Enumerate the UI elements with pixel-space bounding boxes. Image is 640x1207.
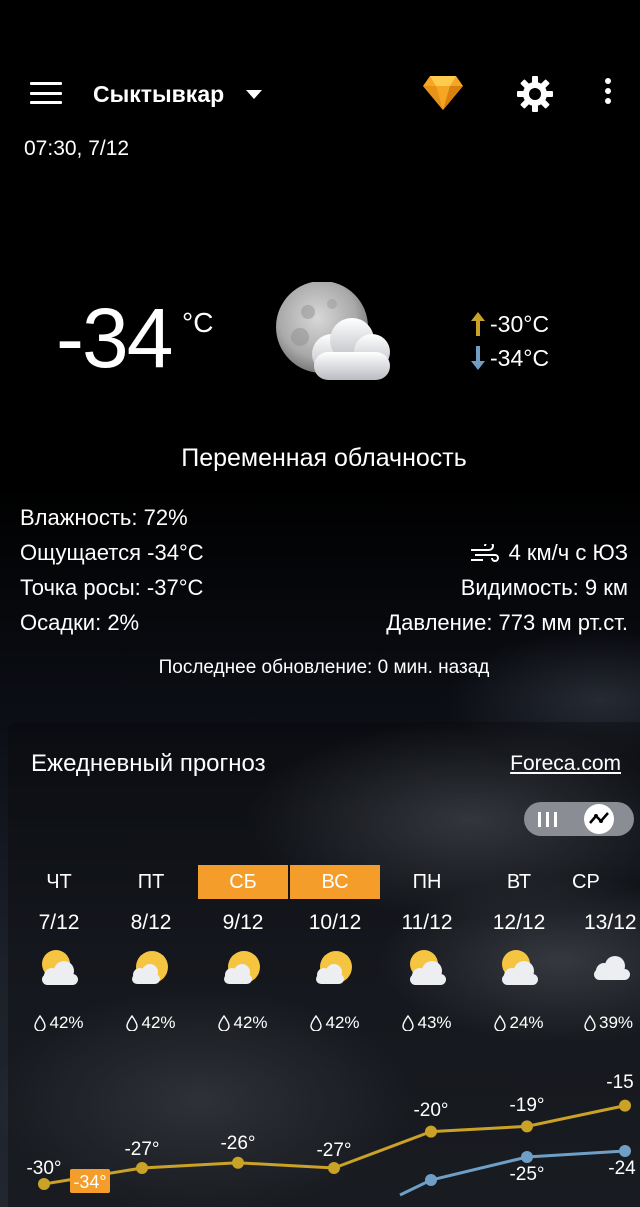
feels-like: Ощущается -34°C	[20, 540, 204, 565]
day-name: ВТ	[506, 871, 532, 893]
pressure: Давление: 773 мм рт.ст.	[386, 610, 628, 635]
dew-point: Точка росы: -37°C	[20, 575, 204, 600]
cloud-icon	[594, 956, 630, 980]
high-temp-point	[232, 1156, 244, 1169]
precip-chance: 39%	[599, 1013, 634, 1032]
weather-details: Влажность: 72% Ощущается -34°C 4 км/ч с …	[20, 505, 628, 645]
menu-icon[interactable]	[30, 82, 62, 104]
high-temp-point	[425, 1125, 437, 1138]
forecast-days: ЧТ 7/12 42% ПТ 8/12 42% СБ 9/12 42% ВС 1…	[0, 865, 640, 1065]
sun-cloud-icon	[502, 950, 538, 985]
forecast-day[interactable]: СБ 9/12 42%	[198, 865, 288, 1033]
high-temp-label: -27°	[124, 1139, 159, 1160]
arrow-up-icon	[471, 312, 485, 336]
moon-partly-cloudy-icon	[276, 282, 390, 380]
low-temp-label: -34°	[73, 1172, 106, 1192]
day-date: 10/12	[308, 911, 362, 934]
raindrop-icon	[310, 1015, 323, 1031]
high-low-temps: -30°C -34°C	[466, 307, 549, 375]
chart-view-toggle[interactable]	[524, 802, 634, 836]
forecast-day[interactable]: ПН 11/12 43%	[382, 865, 472, 1033]
high-temp-point	[38, 1178, 50, 1190]
day-date: 9/12	[222, 911, 264, 934]
day-name: ПТ	[137, 871, 165, 893]
high-temp-point	[136, 1162, 148, 1174]
high-temp-label: -30°	[26, 1158, 61, 1179]
line-chart-icon	[589, 812, 609, 824]
sun-cloud-icon	[132, 951, 168, 984]
forecast-day[interactable]: ПТ 8/12 42%	[106, 865, 196, 1033]
high-temp-label: -27°	[316, 1140, 351, 1161]
low-temp-point	[619, 1145, 631, 1157]
weather-condition: Переменная облачность	[181, 444, 467, 472]
low-temp-point	[425, 1174, 437, 1186]
day-name: ВС	[290, 865, 380, 899]
raindrop-icon	[126, 1015, 139, 1031]
day-date: 13/12	[584, 911, 637, 934]
precip-chance: 42%	[141, 1013, 176, 1032]
sun-cloud-icon	[224, 951, 260, 984]
current-temperature: -34	[56, 291, 173, 385]
precip-chance: 24%	[509, 1013, 544, 1032]
forecast-title: Ежедневный прогноз	[31, 750, 266, 777]
sun-cloud-icon	[42, 950, 78, 985]
high-temp-point	[328, 1162, 340, 1174]
high-temp-label: -20°	[413, 1100, 448, 1121]
city-name[interactable]: Сыктывкар	[93, 81, 224, 108]
forecast-day[interactable]: ЧТ 7/12 42%	[14, 865, 104, 1033]
day-date: 12/12	[492, 911, 546, 934]
more-options-icon[interactable]	[604, 78, 612, 108]
day-name: ЧТ	[46, 871, 72, 893]
raindrop-icon	[402, 1015, 415, 1031]
sun-cloud-icon	[316, 951, 352, 984]
last-update: Последнее обновление: 0 мин. назад	[158, 657, 490, 678]
high-temp-point	[619, 1099, 631, 1112]
high-temp-label: -26°	[220, 1133, 255, 1154]
temperature-chart: -30° -27° -26° -27° -20° -19° -15 -34° -25° -24	[26, 1072, 636, 1197]
date-time: 07:30, 7/12	[24, 137, 130, 160]
forecast-day[interactable]: ВС 10/12 42%	[290, 865, 380, 1033]
forecast-day[interactable]: ВТ 12/12 24%	[474, 865, 564, 1033]
high-temp-label: -15	[606, 1072, 633, 1093]
top-bar: Сыктывкар	[0, 60, 640, 130]
precip-chance: 42%	[325, 1013, 360, 1032]
low-temp: -34°C	[490, 344, 550, 371]
day-name: СР	[572, 871, 600, 893]
toggle-knob[interactable]	[584, 804, 614, 834]
high-temp-label: -19°	[509, 1095, 544, 1116]
provider-link[interactable]: Foreca.com	[510, 752, 621, 776]
day-date: 7/12	[38, 911, 80, 934]
wind: 4 км/ч с ЮЗ	[508, 540, 628, 565]
day-date: 11/12	[401, 911, 453, 934]
raindrop-icon	[218, 1015, 231, 1031]
raindrop-icon	[494, 1015, 507, 1031]
precip-chance: 42%	[49, 1013, 84, 1032]
precip-chance: 42%	[233, 1013, 268, 1032]
wind-icon	[470, 544, 499, 562]
high-temp: -30°C	[490, 310, 550, 337]
low-temp-label: -24	[608, 1158, 636, 1179]
raindrop-icon	[34, 1015, 47, 1031]
day-date: 8/12	[130, 911, 172, 934]
forecast-day[interactable]: СР 13/12 39%	[566, 865, 640, 1033]
low-temp-label: -25°	[509, 1164, 544, 1185]
humidity: Влажность: 72%	[20, 505, 188, 530]
temperature-unit: °C	[182, 307, 214, 338]
chevron-down-icon[interactable]	[246, 90, 262, 99]
precip-chance: 43%	[417, 1013, 452, 1032]
diamond-icon[interactable]	[422, 74, 464, 112]
day-name: СБ	[198, 865, 288, 899]
day-name: ПН	[412, 871, 442, 893]
arrow-down-icon	[471, 346, 485, 370]
precipitation: Осадки: 2%	[20, 610, 140, 635]
bars-icon[interactable]	[537, 810, 559, 828]
gear-icon[interactable]	[515, 74, 555, 114]
raindrop-icon	[584, 1015, 596, 1031]
sun-cloud-icon	[410, 950, 446, 985]
high-temp-point	[521, 1120, 533, 1133]
visibility: Видимость: 9 км	[460, 575, 628, 600]
low-temp-point	[521, 1151, 533, 1163]
